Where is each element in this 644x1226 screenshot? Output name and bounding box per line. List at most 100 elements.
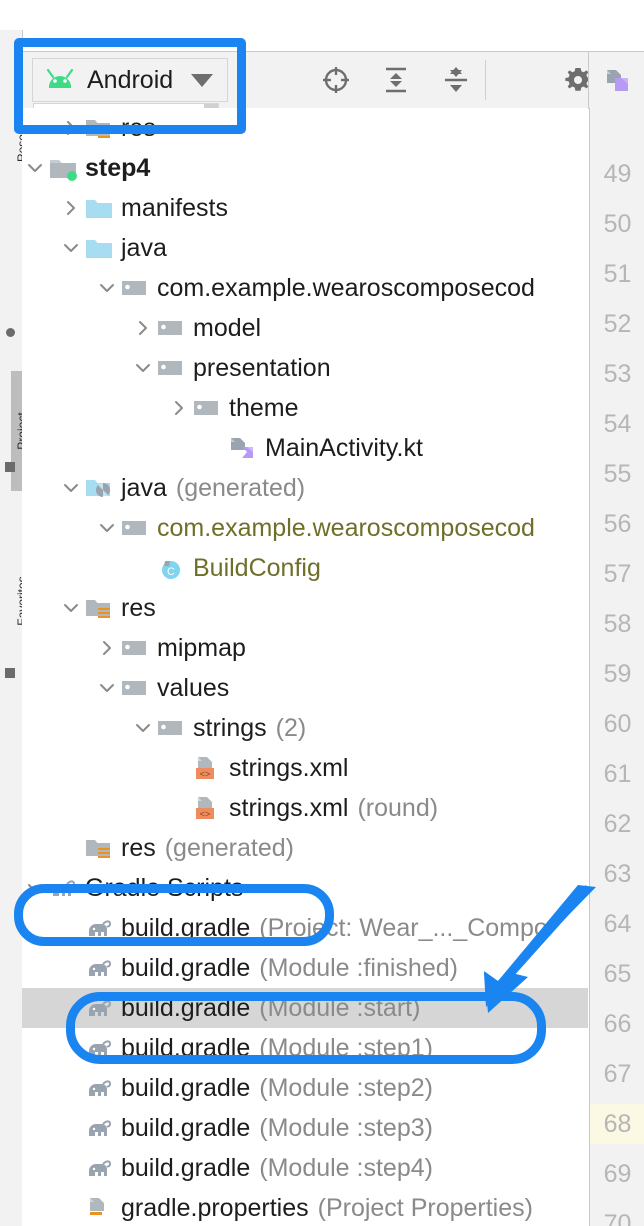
tree-row-label: java (121, 233, 167, 262)
tree-row-label: manifests (121, 193, 228, 222)
tree-row-label: res (121, 593, 156, 622)
chevron-placeholder (58, 988, 84, 1028)
line-number: 64 (603, 909, 632, 938)
select-opened-file-icon[interactable] (320, 64, 352, 96)
tree-row[interactable]: res (generated) (22, 828, 588, 868)
gradle-elephant-icon (84, 1108, 114, 1148)
java-class-icon: C (156, 548, 186, 588)
line-number: 61 (603, 759, 632, 788)
tree-row-sublabel: (generated) (175, 473, 306, 502)
strip-square-icon (5, 462, 15, 472)
chevron-placeholder (58, 828, 84, 868)
chevron-down-icon[interactable] (130, 348, 156, 388)
blue-folder-icon (84, 228, 114, 268)
tree-row[interactable]: build.gradle (Project: Wear_..._Compo (22, 908, 588, 948)
chevron-down-icon[interactable] (94, 268, 120, 308)
editor-tab-strip (589, 52, 644, 108)
chevron-right-icon[interactable] (58, 108, 84, 148)
line-number: 53 (603, 359, 632, 388)
kotlin-file-icon (228, 428, 258, 468)
collapse-all-icon[interactable] (440, 64, 472, 96)
properties-file-icon (84, 1188, 114, 1226)
tree-row-sublabel: (2) (275, 713, 307, 742)
tree-row[interactable]: MainActivity.kt (22, 428, 588, 468)
tree-row[interactable]: build.gradle (Module :step3) (22, 1108, 588, 1148)
tool-window-strip: Resource Manager Project Favorites (0, 30, 23, 1226)
project-tree[interactable]: res step4 manifests java com.example.wearosc… (22, 108, 588, 1226)
tree-row[interactable]: com.example.wearoscomposecod (22, 508, 588, 548)
line-number: 54 (603, 409, 632, 438)
tree-row-sublabel: (Project: Wear_..._Compo (259, 913, 548, 942)
chevron-right-icon[interactable] (130, 308, 156, 348)
chevron-right-icon[interactable] (94, 628, 120, 668)
tree-row[interactable]: gradle.properties (Project Properties) (22, 1188, 588, 1226)
chevron-right-icon[interactable] (58, 188, 84, 228)
tree-row[interactable]: build.gradle (Module :finished) (22, 948, 588, 988)
tree-row[interactable]: build.gradle (Module :step1) (22, 1028, 588, 1068)
tree-row[interactable]: mipmap (22, 628, 588, 668)
kotlin-file-icon[interactable] (603, 66, 633, 101)
tree-row-label: MainActivity.kt (265, 433, 423, 462)
chevron-down-icon[interactable] (58, 228, 84, 268)
line-number: 70 (603, 1209, 632, 1226)
tree-row[interactable]: build.gradle (Module :step2) (22, 1068, 588, 1108)
chevron-down-icon[interactable] (94, 668, 120, 708)
tree-row[interactable]: java (22, 228, 588, 268)
tree-row[interactable]: res (22, 588, 588, 628)
package-folder-icon (120, 508, 150, 548)
chevron-down-icon[interactable] (58, 588, 84, 628)
strip-square-icon-2 (5, 668, 15, 678)
tree-row[interactable]: build.gradle (Module :step4) (22, 1148, 588, 1188)
line-number: 66 (603, 1009, 632, 1038)
tree-row-sublabel: (Module :start) (259, 993, 421, 1022)
build-gradle-module-start-row[interactable]: build.gradle (Module :start) (22, 988, 588, 1028)
chevron-down-icon[interactable] (130, 708, 156, 748)
tree-row-label: step4 (85, 153, 151, 182)
line-number: 67 (603, 1059, 632, 1088)
tree-row-label: strings.xml (229, 753, 349, 782)
tree-row-sublabel: (generated) (164, 833, 294, 862)
blue-folder-icon (84, 188, 114, 228)
tree-row[interactable]: manifests (22, 188, 588, 228)
tree-row[interactable]: values (22, 668, 588, 708)
tree-row[interactable]: model (22, 308, 588, 348)
tree-row[interactable]: presentation (22, 348, 588, 388)
tree-row-label: model (193, 313, 262, 342)
tree-row-label: Gradle Scripts (85, 873, 244, 902)
expand-all-icon[interactable] (380, 64, 412, 96)
gradle-elephant-icon (84, 1148, 114, 1188)
chevron-down-icon[interactable] (58, 468, 84, 508)
svg-text:<>: <> (200, 769, 211, 779)
tree-row[interactable]: java (generated) (22, 468, 588, 508)
tree-row-label: com.example.wearoscomposecod (157, 273, 535, 302)
chevron-right-icon[interactable] (166, 388, 192, 428)
line-number: 57 (603, 559, 632, 588)
package-folder-icon (156, 308, 186, 348)
tree-row-label: build.gradle (121, 913, 251, 942)
chevron-down-icon[interactable] (22, 148, 48, 188)
tree-row-label: build.gradle (121, 1113, 251, 1142)
tree-row[interactable]: com.example.wearoscomposecod (22, 268, 588, 308)
tree-row[interactable]: <> strings.xml (round) (22, 788, 588, 828)
android-view-selector[interactable]: Android (32, 58, 228, 102)
tree-row[interactable]: strings (2) (22, 708, 588, 748)
chevron-placeholder (130, 548, 156, 588)
res-folder-icon (84, 108, 114, 148)
package-folder-icon (156, 708, 186, 748)
tree-row[interactable]: C BuildConfig (22, 548, 588, 588)
res-folder-icon (84, 828, 114, 868)
line-number: 51 (603, 259, 632, 288)
tree-row[interactable]: res (22, 108, 588, 148)
chevron-placeholder (58, 908, 84, 948)
chevron-down-icon[interactable] (22, 868, 48, 908)
chevron-down-icon[interactable] (94, 508, 120, 548)
chevron-placeholder (58, 948, 84, 988)
tree-row-label: build.gradle (121, 1073, 251, 1102)
tree-row[interactable]: Gradle Scripts (22, 868, 588, 908)
tree-row[interactable]: step4 (22, 148, 588, 188)
tree-row-label: mipmap (157, 633, 246, 662)
tree-row[interactable]: theme (22, 388, 588, 428)
tree-row-sublabel: (round) (357, 793, 439, 822)
tree-row-label: strings (193, 713, 267, 742)
tree-row[interactable]: <> strings.xml (22, 748, 588, 788)
